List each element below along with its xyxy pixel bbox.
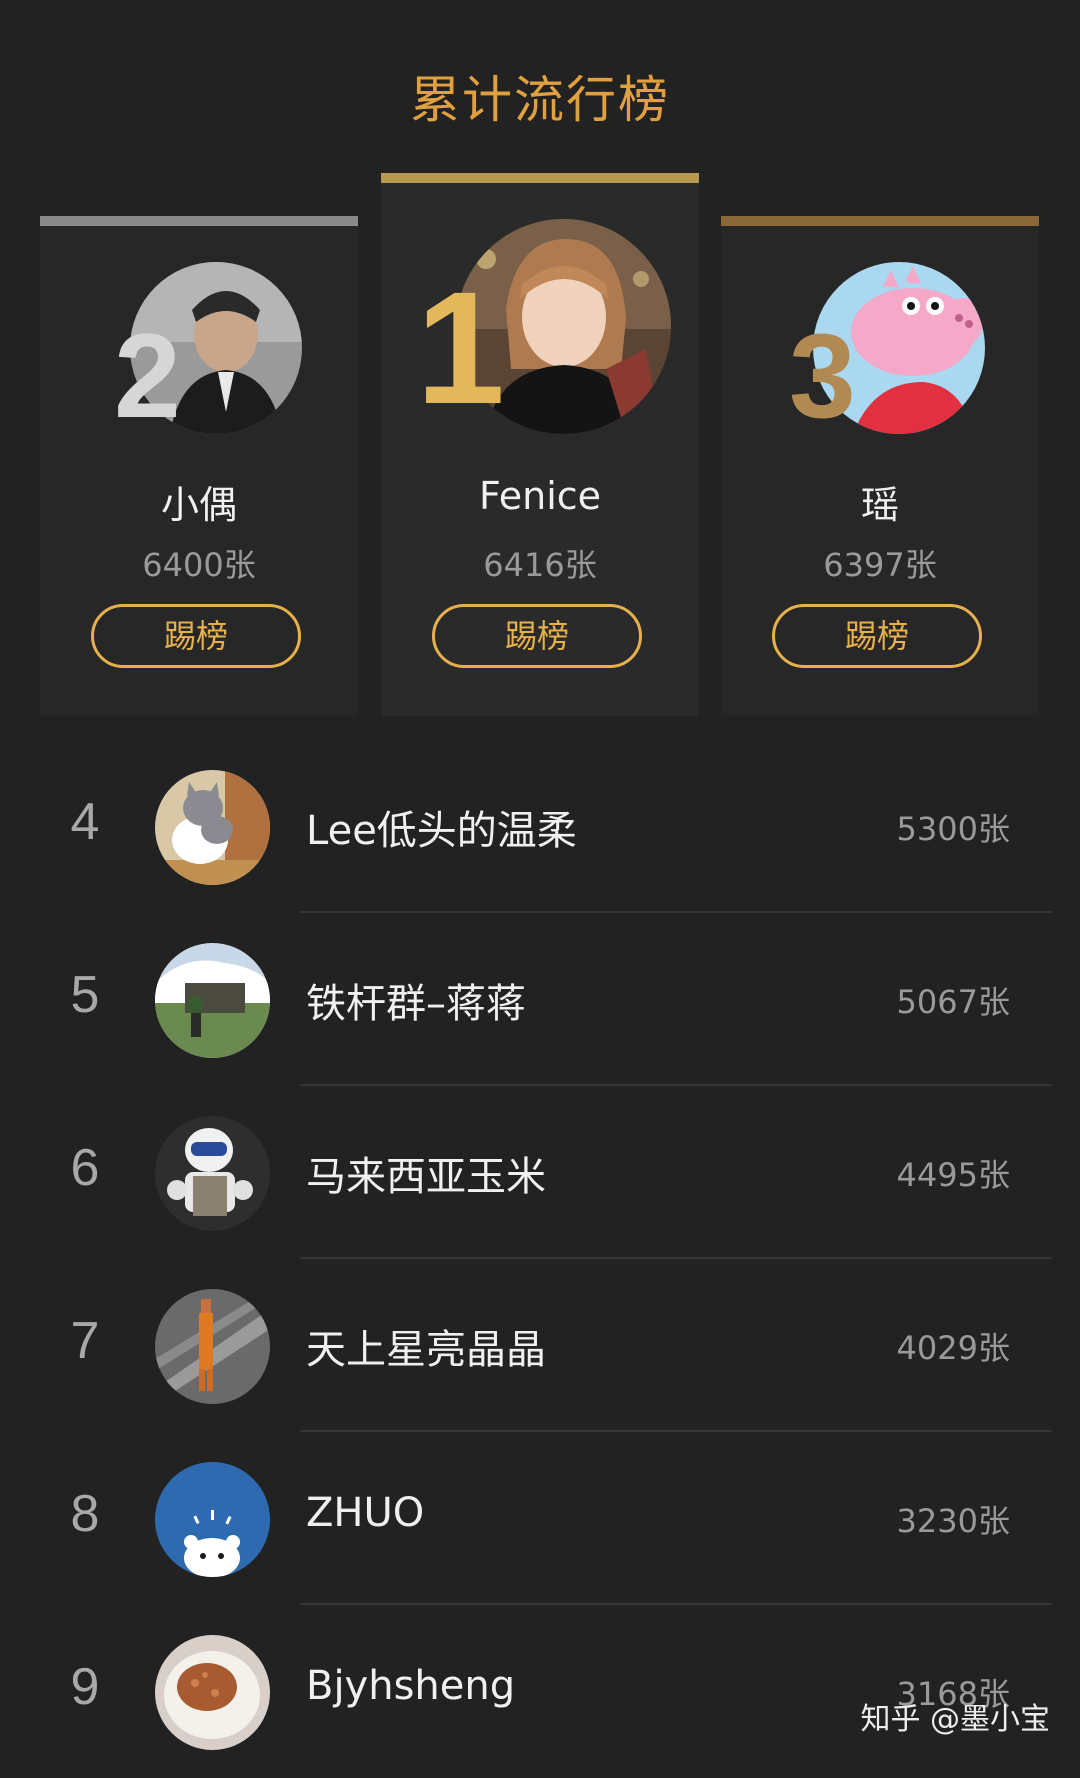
podium-name: 瑶 [860,483,899,527]
avatar[interactable] [155,1635,270,1750]
kick-button[interactable]: 踢榜 [772,604,982,668]
podium-count: 6400张 [142,546,256,584]
podium-card-rank-2[interactable]: 2 小偶 6400张 踢榜 [40,216,358,716]
watermark: 知乎 @墨小宝 [860,1702,1050,1737]
list-rank: 6 [70,1139,100,1197]
avatar[interactable] [155,1289,270,1404]
list-rank: 5 [70,966,100,1024]
list-name: ZHUO [306,1490,425,1536]
rank-number: 2 [114,309,181,443]
list-rank: 9 [70,1658,100,1716]
list-item[interactable]: 5 铁杆群–蒋蒋 5067张 [0,913,1080,1086]
silver-bar [40,216,358,226]
list-name: Lee低头的温柔 [306,808,577,854]
podium-count: 6397张 [823,546,937,584]
avatar[interactable] [155,1116,270,1231]
podium-card-rank-1[interactable]: 1 Fenice 6416张 踢榜 [381,173,699,716]
list-name: 铁杆群–蒋蒋 [306,981,526,1027]
list-item[interactable]: 8 ZHUO 3230张 [0,1432,1080,1605]
list-count: 5300张 [896,810,1010,848]
rank-number: 3 [789,309,856,443]
kick-button[interactable]: 踢榜 [91,604,301,668]
bronze-bar [721,216,1039,226]
list-count: 5067张 [896,983,1010,1021]
list-count: 4495张 [896,1156,1010,1194]
ranking-list: 4 Lee低头的温柔 5300张 5 铁杆群–蒋蒋 5067张 6 马来西亚玉米… [0,740,1080,1778]
avatar[interactable] [155,770,270,885]
podium-count: 6416张 [483,546,597,584]
list-item[interactable]: 7 天上星亮晶晶 4029张 [0,1259,1080,1432]
list-item[interactable]: 4 Lee低头的温柔 5300张 [0,740,1080,913]
list-name: 马来西亚玉米 [306,1154,546,1200]
gold-bar [381,173,699,183]
list-rank: 4 [70,793,100,851]
list-count: 4029张 [896,1329,1010,1367]
list-count: 3230张 [896,1502,1010,1540]
avatar[interactable] [155,1462,270,1577]
avatar[interactable] [155,943,270,1058]
podium-name: 小偶 [160,483,237,527]
list-name: Bjyhsheng [306,1663,516,1709]
list-item[interactable]: 6 马来西亚玉米 4495张 [0,1086,1080,1259]
podium-card-rank-3[interactable]: 3 瑶 6397张 踢榜 [721,216,1039,716]
list-item[interactable]: 9 Bjyhsheng 3168张 [0,1605,1080,1778]
list-name: 天上星亮晶晶 [306,1327,546,1373]
kick-button[interactable]: 踢榜 [432,604,642,668]
list-rank: 8 [70,1485,100,1543]
page-title: 累计流行榜 [410,71,670,129]
podium-name: Fenice [478,474,602,518]
rank-number: 1 [416,258,505,437]
list-rank: 7 [70,1312,100,1370]
